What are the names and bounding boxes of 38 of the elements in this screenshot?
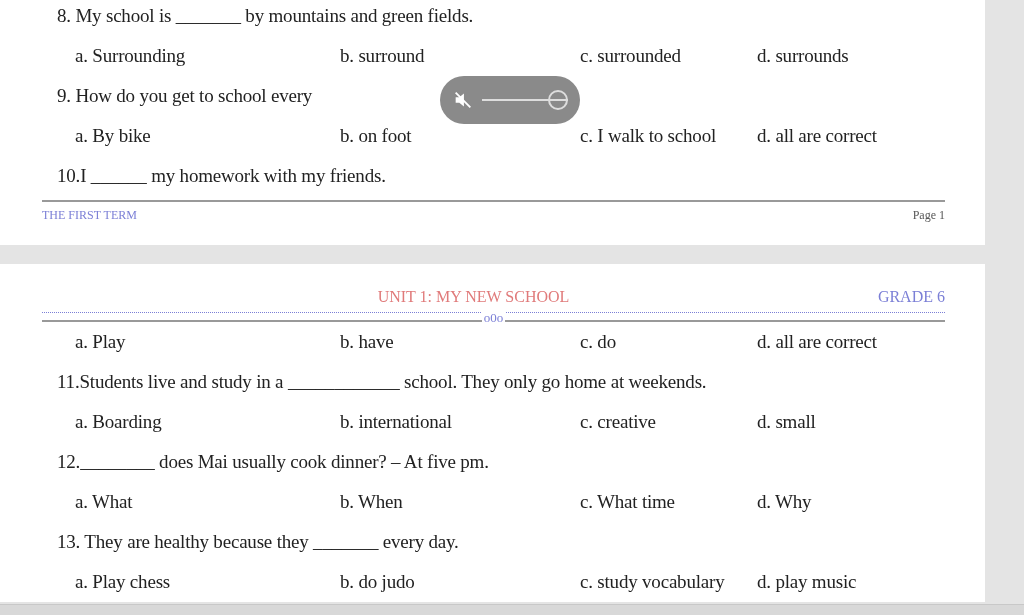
answer-option: a. What [75,482,340,522]
answer-option: d. Why [757,482,812,522]
answer-option: c. I walk to school [580,116,757,156]
question-text: 13. They are healthy because they _______ every day. [56,530,459,554]
answer-option: c. creative [580,402,757,442]
footer-text: THE FIRST TERM [42,208,137,223]
grade-label: GRADE 6 [877,287,945,307]
answer-option: a. Play chess [75,562,340,602]
answer-option: b. international [340,402,580,442]
question-text: 10.I ______ my homework with my friends. [56,164,386,188]
answer-option: b. surround [340,36,580,76]
question-text: 9. How do you get to school every [56,84,313,108]
answer-option: c. surrounded [580,36,757,76]
answer-option: a. By bike [75,116,340,156]
ornament-text: o0o [481,310,506,325]
answer-option: b. have [340,322,580,362]
answer-option: d. surrounds [757,36,849,76]
answer-option: a. Play [75,322,340,362]
slider-thumb[interactable] [548,90,568,110]
answer-option: c. What time [580,482,757,522]
page-number: Page 1 [912,208,945,223]
answer-option: d. all are correct [757,322,877,362]
answer-option: a. Surrounding [75,36,340,76]
answer-option: d. small [757,402,816,442]
answer-option: b. on foot [340,116,580,156]
question-text: 11.Students live and study in a ____________ school. They only go home at weekends. [56,370,707,394]
answer-option: d. all are correct [757,116,877,156]
unit-title: UNIT 1: MY NEW SCHOOL [377,287,571,307]
speaker-muted-icon[interactable] [452,89,474,111]
answer-option: b. do judo [340,562,580,602]
answer-option: c. study vocabulary [580,562,757,602]
answer-option: a. Boarding [75,402,340,442]
question-text: 12.________ does Mai usually cook dinner? – At five pm. [56,450,489,474]
answer-option: d. play music [757,562,857,602]
answer-option: b. When [340,482,580,522]
answer-option: c. do [580,322,757,362]
question-text: 8. My school is _______ by mountains and green fields. [56,4,474,28]
volume-slider[interactable] [482,90,568,110]
